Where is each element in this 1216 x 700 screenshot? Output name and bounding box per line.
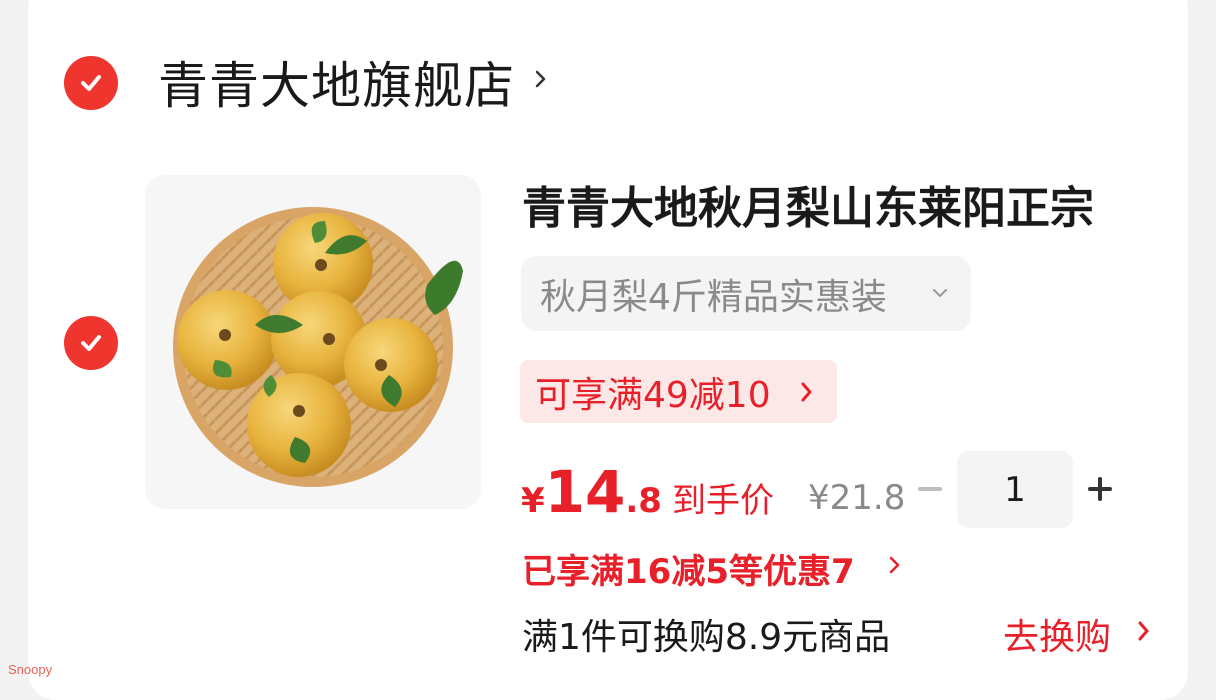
- item-select-checkbox[interactable]: [64, 316, 118, 370]
- plus-icon[interactable]: [1085, 474, 1115, 504]
- promo-badge[interactable]: 可享满49减10: [520, 360, 837, 423]
- price-currency: ¥: [521, 481, 545, 521]
- chevron-right-icon: [801, 382, 812, 402]
- spec-selector[interactable]: 秋月梨4斤精品实惠装: [521, 256, 971, 331]
- chevron-right-icon[interactable]: [888, 554, 902, 576]
- chevron-right-icon[interactable]: [531, 64, 551, 94]
- price-label: 到手价: [671, 481, 774, 521]
- check-icon: [81, 75, 101, 91]
- store-name[interactable]: 青青大地旗舰店: [158, 46, 515, 118]
- chevron-right-icon[interactable]: [1136, 618, 1152, 644]
- minus-icon[interactable]: [915, 476, 945, 502]
- check-icon: [81, 335, 101, 351]
- pears-in-basket-image: [173, 207, 463, 487]
- product-title[interactable]: 青青大地秋月梨山东莱阳正宗: [522, 172, 1094, 236]
- discount-info[interactable]: 已享满16减5等优惠7: [522, 544, 855, 593]
- swap-offer-text: 满1件可换购8.9元商品: [522, 617, 891, 658]
- spec-label: 秋月梨4斤精品实惠装: [540, 276, 887, 318]
- quantity-field[interactable]: 1: [957, 451, 1073, 528]
- watermark: Snoopy: [8, 662, 53, 677]
- chevron-down-icon: [933, 289, 947, 297]
- price-decimal: .8: [625, 481, 662, 521]
- final-price: ¥14.8 到手价: [521, 458, 774, 526]
- original-price: ¥21.8: [808, 478, 906, 518]
- product-image[interactable]: [145, 175, 481, 509]
- swap-button[interactable]: 去换购: [1003, 608, 1111, 660]
- store-select-checkbox[interactable]: [64, 56, 118, 110]
- price-integer: 14: [544, 458, 626, 526]
- promo-label: 可享满49减10: [535, 374, 771, 416]
